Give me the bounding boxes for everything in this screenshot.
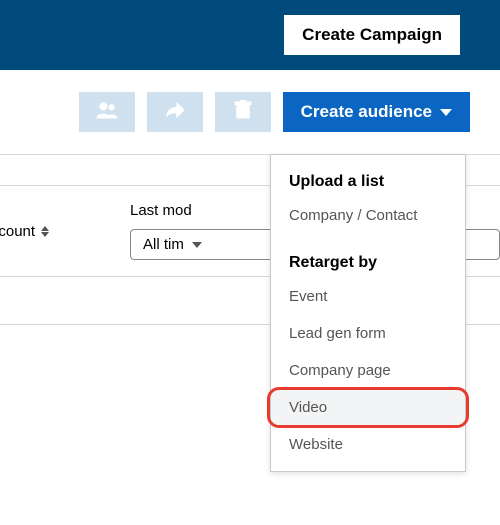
share-arrow-icon: [164, 101, 186, 124]
dropdown-section-retarget: Retarget by: [271, 248, 465, 278]
column-audience-count[interactable]: nce count: [0, 223, 130, 240]
people-icon-button[interactable]: [79, 92, 135, 132]
time-filter-label: All tim: [143, 236, 184, 253]
dropdown-item-lead-gen-form[interactable]: Lead gen form: [271, 315, 465, 352]
dropdown-item-website[interactable]: Website: [271, 426, 465, 463]
dropdown-item-company-contact[interactable]: Company / Contact: [271, 197, 465, 234]
create-audience-button[interactable]: Create audience: [283, 92, 470, 132]
audience-toolbar: Create audience: [0, 70, 500, 155]
create-audience-label: Create audience: [301, 102, 432, 122]
col-count-label: nce count: [0, 223, 35, 240]
sort-icon: [41, 226, 49, 237]
trash-icon: [234, 100, 252, 125]
dropdown-item-event[interactable]: Event: [271, 278, 465, 315]
dropdown-item-video[interactable]: Video: [271, 389, 465, 426]
share-icon-button[interactable]: [147, 92, 203, 132]
create-audience-dropdown: Upload a list Company / Contact Retarget…: [270, 154, 466, 472]
delete-icon-button[interactable]: [215, 92, 271, 132]
chevron-down-icon: [440, 109, 452, 116]
people-icon: [96, 101, 118, 124]
create-campaign-button[interactable]: Create Campaign: [284, 15, 460, 55]
dropdown-item-company-page[interactable]: Company page: [271, 352, 465, 389]
top-nav-bar: Create Campaign: [0, 0, 500, 70]
dropdown-section-upload: Upload a list: [271, 167, 465, 197]
chevron-down-icon: [192, 242, 202, 248]
col-lastmod-label: Last mod: [130, 202, 192, 219]
create-campaign-label: Create Campaign: [302, 25, 442, 44]
